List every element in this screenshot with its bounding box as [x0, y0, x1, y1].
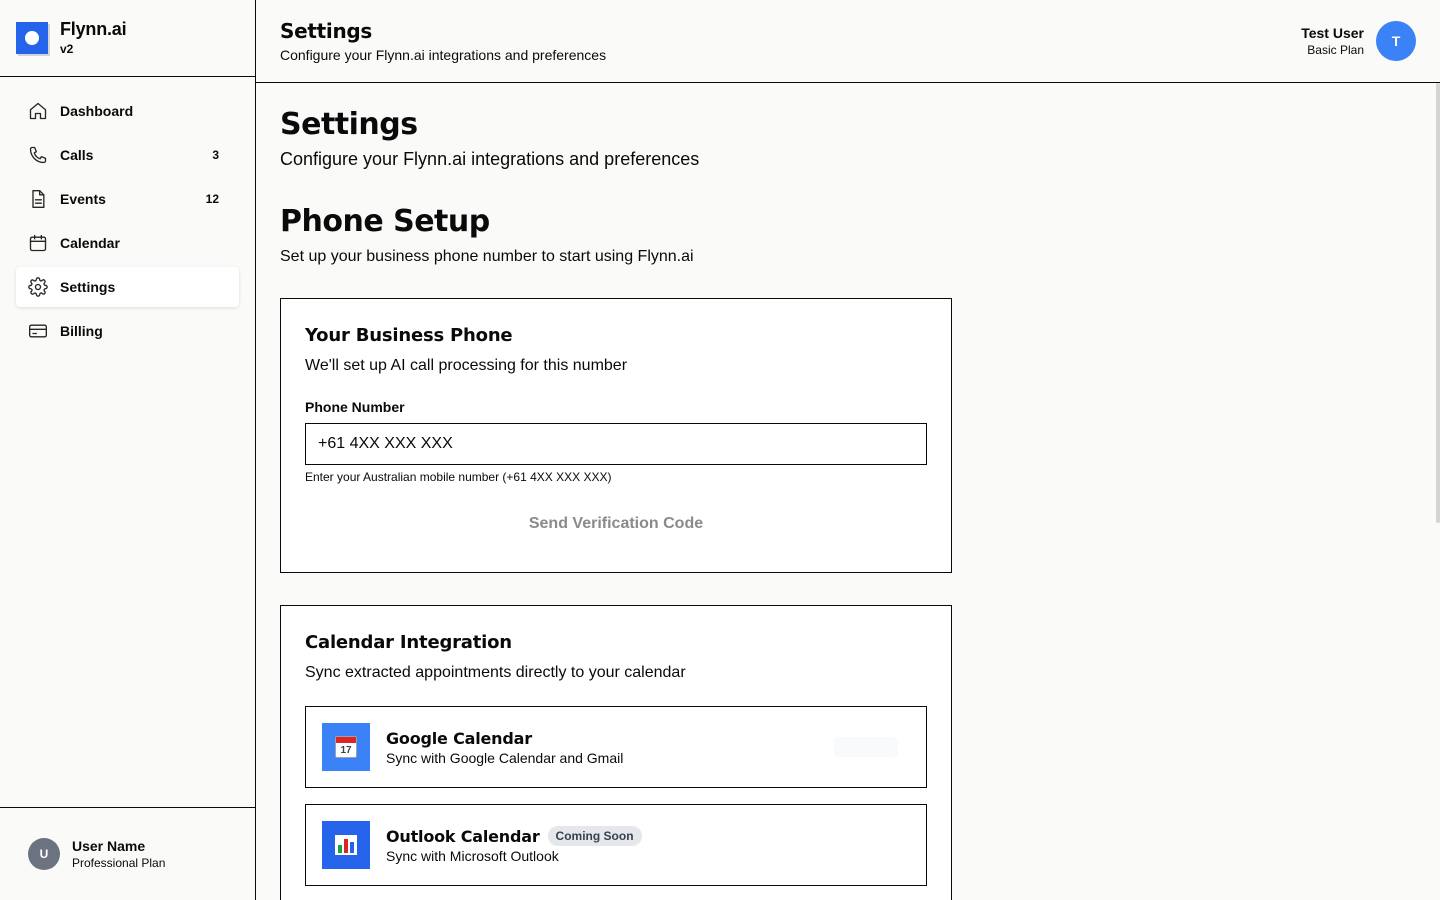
sidebar-item-label: Billing [60, 323, 103, 339]
settings-content: Settings Configure your Flynn.ai integra… [256, 83, 1440, 900]
phone-number-input[interactable] [305, 423, 927, 465]
phone-icon [28, 145, 48, 165]
phone-number-label: Phone Number [305, 399, 405, 415]
brand[interactable]: Flynn.ai v2 [0, 0, 255, 77]
calendar-integration-card: Calendar Integration Sync extracted appo… [280, 605, 952, 900]
brand-logo [16, 22, 48, 54]
card-title: Calendar Integration [305, 632, 512, 653]
topbar-user[interactable]: Test User Basic Plan T [1301, 21, 1416, 61]
coming-soon-badge: Coming Soon [547, 826, 642, 846]
phone-setup-subtitle: Set up your business phone number to sta… [280, 248, 694, 265]
sidebar-user[interactable]: U User Name Professional Plan [0, 807, 255, 900]
connect-button[interactable] [834, 737, 898, 757]
document-icon [28, 189, 48, 209]
sidebar-item-label: Settings [60, 279, 116, 295]
user-name: Test User [1301, 25, 1364, 41]
sidebar-item-billing[interactable]: Billing [16, 311, 239, 351]
phone-setup-title: Phone Setup [280, 204, 490, 239]
main: Settings Configure your Flynn.ai integra… [256, 0, 1440, 900]
sidebar-item-events[interactable]: Events 12 [16, 179, 239, 219]
calendar-icon [28, 233, 48, 253]
scrollbar-thumb[interactable] [1436, 83, 1440, 523]
sidebar-item-label: Dashboard [60, 103, 134, 119]
business-phone-card: Your Business Phone We'll set up AI call… [280, 298, 952, 573]
sidebar-item-calendar[interactable]: Calendar [16, 223, 239, 263]
home-icon [28, 101, 48, 121]
integration-subtitle: Sync with Microsoft Outlook [386, 848, 559, 864]
integration-outlook-calendar[interactable]: Outlook Calendar Coming Soon Sync with M… [305, 804, 927, 886]
integration-google-calendar[interactable]: 17 Google Calendar Sync with Google Cale… [305, 706, 927, 788]
user-plan: Basic Plan [1307, 43, 1364, 57]
user-name: User Name [72, 838, 146, 854]
phone-number-hint: Enter your Australian mobile number (+61… [305, 470, 612, 484]
topbar: Settings Configure your Flynn.ai integra… [256, 0, 1440, 83]
user-plan: Professional Plan [72, 856, 166, 870]
scrollbar[interactable] [1436, 83, 1440, 900]
page-title: Settings [280, 107, 418, 142]
sidebar-item-dashboard[interactable]: Dashboard [16, 91, 239, 131]
sidebar-item-calls[interactable]: Calls 3 [16, 135, 239, 175]
sidebar-item-settings[interactable]: Settings [16, 267, 239, 307]
sidebar: Flynn.ai v2 Dashboard Calls 3 Events 12 … [0, 0, 256, 900]
calendar-day: 17 [340, 745, 352, 756]
brand-version: v2 [60, 42, 74, 56]
topbar-title: Settings [280, 19, 373, 43]
app: Flynn.ai v2 Dashboard Calls 3 Events 12 … [0, 0, 1440, 900]
sidebar-item-label: Calendar [60, 235, 120, 251]
integration-title: Outlook Calendar [386, 826, 540, 846]
bar-chart-emoji-icon [322, 821, 370, 869]
card-title: Your Business Phone [305, 325, 513, 346]
count-badge: 12 [205, 192, 219, 206]
sidebar-item-label: Calls [60, 147, 94, 163]
card-subtitle: Sync extracted appointments directly to … [305, 664, 686, 681]
sidebar-item-label: Events [60, 191, 106, 207]
sidebar-nav: Dashboard Calls 3 Events 12 Calendar Set… [0, 77, 255, 351]
card-subtitle: We'll set up AI call processing for this… [305, 357, 628, 374]
avatar: U [28, 838, 60, 870]
page-subtitle: Configure your Flynn.ai integrations and… [280, 149, 700, 169]
credit-card-icon [28, 321, 48, 341]
integration-title: Google Calendar [386, 728, 532, 748]
count-badge: 3 [212, 148, 219, 162]
gear-icon [28, 277, 48, 297]
avatar[interactable]: T [1376, 21, 1416, 61]
topbar-subtitle: Configure your Flynn.ai integrations and… [280, 47, 607, 63]
send-verification-button[interactable]: Send Verification Code [305, 500, 927, 548]
integration-subtitle: Sync with Google Calendar and Gmail [386, 749, 624, 766]
calendar-emoji-icon: 17 [322, 723, 370, 771]
brand-name: Flynn.ai [60, 19, 127, 39]
